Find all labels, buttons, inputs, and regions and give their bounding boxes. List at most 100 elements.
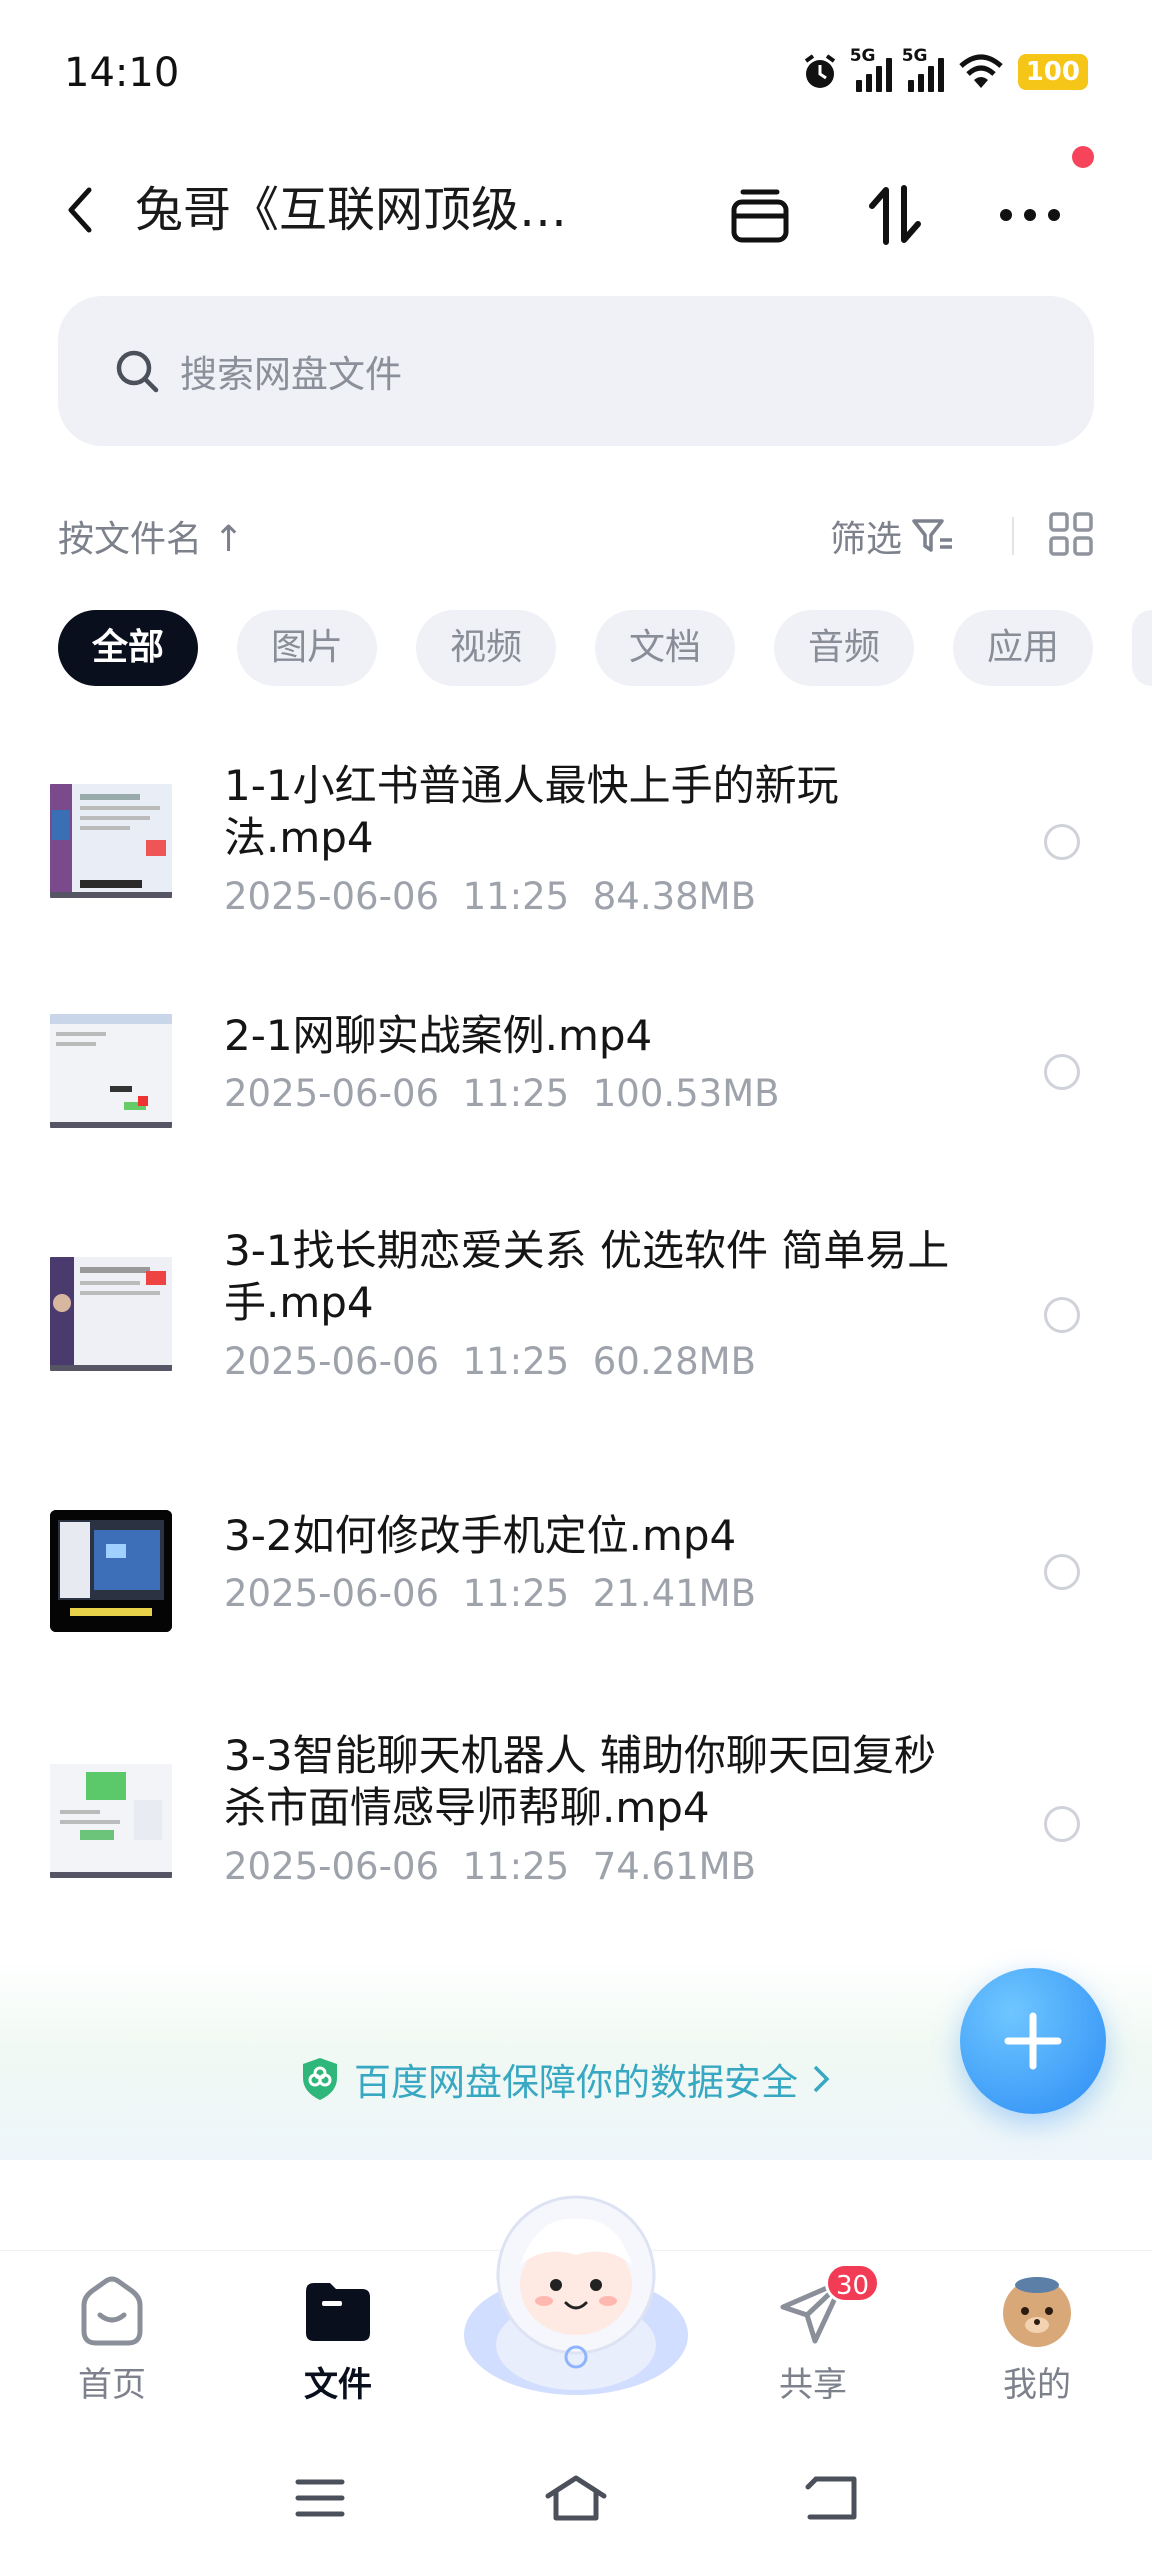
file-size: 100.53MB xyxy=(592,1072,780,1115)
shield-icon xyxy=(303,2058,337,2100)
nav-share[interactable]: 30 共享 xyxy=(733,2263,893,2406)
chip-all[interactable]: 全部 xyxy=(58,610,198,686)
search-input[interactable]: 搜索网盘文件 xyxy=(58,296,1094,446)
file-date: 2025-06-06 xyxy=(224,1572,440,1615)
chip-audio[interactable]: 音频 xyxy=(774,610,914,686)
back-system-button[interactable] xyxy=(797,2468,867,2528)
select-radio[interactable] xyxy=(1044,1297,1080,1333)
file-meta: 2025-06-06 11:25 60.28MB xyxy=(224,1340,756,1383)
header: 兔哥《互联网顶级… xyxy=(0,160,1152,260)
file-time: 11:25 xyxy=(462,1572,570,1615)
back-arrow-icon xyxy=(805,2476,857,2520)
file-size: 84.38MB xyxy=(592,875,756,918)
signal-2-icon: 5G xyxy=(902,46,944,92)
security-text: 百度网盘保障你的数据安全 xyxy=(354,2061,798,2104)
system-nav xyxy=(0,2440,1152,2560)
nav-me[interactable]: 我的 xyxy=(957,2271,1117,2406)
nav-share-label: 共享 xyxy=(779,2365,847,2405)
list-item[interactable]: 3-3智能聊天机器人 辅助你聊天回复秒杀市面情感导师帮聊.mp4 2025-06… xyxy=(0,1700,1152,1900)
filter-icon xyxy=(912,519,952,552)
chevron-left-icon xyxy=(68,187,92,233)
video-thumbnail xyxy=(50,1010,172,1132)
security-link[interactable]: 百度网盘保障你的数据安全 xyxy=(300,2052,830,2106)
file-date: 2025-06-06 xyxy=(224,875,440,918)
share-badge: 30 xyxy=(825,2263,881,2303)
sort-button[interactable] xyxy=(860,180,930,250)
plus-icon xyxy=(1004,2012,1062,2070)
file-meta: 2025-06-06 11:25 74.61MB xyxy=(224,1845,756,1888)
filter-button[interactable]: 筛选 xyxy=(830,510,954,562)
more-button[interactable] xyxy=(995,180,1065,250)
list-item[interactable]: 3-1找长期恋爱关系 优选软件 简单易上手.mp4 2025-06-06 11:… xyxy=(0,1205,1152,1405)
nav-me-label: 我的 xyxy=(1003,2365,1071,2405)
select-radio[interactable] xyxy=(1044,1054,1080,1090)
category-chips: 全部 图片 视频 文档 音频 应用 xyxy=(58,610,1152,690)
file-date: 2025-06-06 xyxy=(224,1845,440,1888)
grid-view-icon[interactable] xyxy=(1048,511,1094,557)
nav-files-label: 文件 xyxy=(304,2365,372,2405)
battery-indicator: 100 xyxy=(1017,54,1088,90)
mascot-icon xyxy=(464,2195,688,2395)
select-radio[interactable] xyxy=(1044,824,1080,860)
more-dots-icon xyxy=(1000,209,1060,221)
file-time: 11:25 xyxy=(462,1072,570,1115)
home-button[interactable] xyxy=(541,2468,611,2528)
chip-documents[interactable]: 文档 xyxy=(595,610,735,686)
avatar xyxy=(1003,2277,1071,2347)
chip-images[interactable]: 图片 xyxy=(237,610,377,686)
file-size: 74.61MB xyxy=(592,1845,756,1888)
nav-home[interactable]: 首页 xyxy=(32,2271,192,2406)
file-size: 21.41MB xyxy=(592,1572,756,1615)
search-icon xyxy=(116,350,159,393)
list-item[interactable]: 3-2如何修改手机定位.mp4 2025-06-06 11:25 21.41MB xyxy=(0,1470,1152,1632)
status-time: 14:10 xyxy=(64,50,180,96)
filter-label: 筛选 xyxy=(829,519,902,560)
file-name: 1-1小红书普通人最快上手的新玩法.mp4 xyxy=(224,761,839,862)
chip-videos[interactable]: 视频 xyxy=(416,610,556,686)
select-radio[interactable] xyxy=(1044,1806,1080,1842)
file-time: 11:25 xyxy=(462,875,570,918)
file-name: 3-2如何修改手机定位.mp4 xyxy=(224,1511,737,1560)
file-meta: 2025-06-06 11:25 84.38MB xyxy=(224,875,756,918)
archive-icon xyxy=(731,189,789,243)
file-name: 3-1找长期恋爱关系 优选软件 简单易上手.mp4 xyxy=(224,1226,950,1327)
video-thumbnail xyxy=(50,780,172,902)
signal-1-icon: 5G xyxy=(850,46,892,92)
ai-assistant-mascot[interactable] xyxy=(458,2185,694,2405)
search-placeholder: 搜索网盘文件 xyxy=(180,353,402,396)
file-date: 2025-06-06 xyxy=(224,1072,440,1115)
archive-button[interactable] xyxy=(725,180,795,250)
file-date: 2025-06-06 xyxy=(224,1340,440,1383)
menu-icon xyxy=(295,2479,345,2517)
file-name: 3-3智能聊天机器人 辅助你聊天回复秒杀市面情感导师帮聊.mp4 xyxy=(224,1731,936,1832)
add-button[interactable] xyxy=(960,1968,1106,2114)
chevron-right-icon xyxy=(813,2065,830,2093)
page-title: 兔哥《互联网顶级… xyxy=(135,182,568,238)
sort-row: 按文件名 ↑ 筛选 xyxy=(58,505,1094,565)
divider xyxy=(1012,517,1014,555)
video-thumbnail xyxy=(50,1760,172,1882)
file-name: 2-1网聊实战案例.mp4 xyxy=(224,1011,653,1060)
sort-by-name[interactable]: 按文件名 ↑ xyxy=(58,510,244,562)
select-radio[interactable] xyxy=(1044,1554,1080,1590)
nav-home-label: 首页 xyxy=(78,2365,146,2405)
video-thumbnail xyxy=(50,1510,172,1632)
recent-apps-button[interactable] xyxy=(285,2468,355,2528)
alarm-icon xyxy=(804,54,835,88)
list-item[interactable]: 1-1小红书普通人最快上手的新玩法.mp4 2025-06-06 11:25 8… xyxy=(0,740,1152,940)
home-outline-icon xyxy=(545,2475,607,2521)
file-time: 11:25 xyxy=(462,1845,570,1888)
status-bar: 14:10 5G 5G 100 xyxy=(0,0,1152,150)
folder-icon xyxy=(306,2283,370,2341)
list-item[interactable]: 2-1网聊实战案例.mp4 2025-06-06 11:25 100.53MB xyxy=(0,970,1152,1132)
sort-arrows-icon xyxy=(869,185,921,245)
file-size: 60.28MB xyxy=(592,1340,756,1383)
notification-dot xyxy=(1072,146,1094,168)
chip-apps[interactable]: 应用 xyxy=(953,610,1093,686)
status-icons: 5G 5G 100 xyxy=(800,46,1088,92)
nav-files[interactable]: 文件 xyxy=(258,2271,418,2406)
chip-more[interactable] xyxy=(1132,610,1152,686)
back-button[interactable] xyxy=(50,180,110,240)
file-meta: 2025-06-06 11:25 21.41MB xyxy=(224,1572,756,1615)
file-meta: 2025-06-06 11:25 100.53MB xyxy=(224,1072,780,1115)
